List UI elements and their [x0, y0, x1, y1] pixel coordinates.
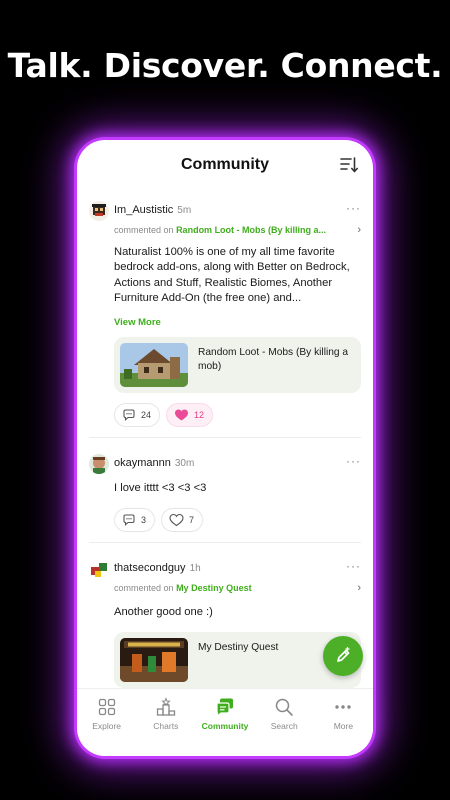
commented-on-link[interactable]: commented on My Destiny Quest ›: [114, 581, 361, 595]
avatar[interactable]: [89, 559, 109, 580]
post: okaymannn 30m ··· I love itttt <3 <3 <3 3…: [77, 438, 373, 544]
bottom-tab-bar: Explore Charts Community Search More: [77, 688, 373, 756]
post-text: Naturalist 100% is one of my all time fa…: [114, 246, 350, 305]
post-header: Im_Austistic 5m ···: [89, 201, 361, 223]
heart-filled-icon: [175, 409, 189, 421]
post-text: I love itttt <3 <3 <3: [114, 481, 207, 494]
comment-button[interactable]: 24: [114, 402, 161, 427]
chat-icon: [216, 698, 233, 717]
tab-charts[interactable]: Charts: [136, 689, 195, 756]
community-feed[interactable]: Im_Austistic 5m ··· commented on Random L…: [77, 192, 373, 688]
post-header: okaymannn 30m ···: [89, 453, 361, 476]
comment-icon: [123, 514, 135, 527]
like-count: 12: [194, 409, 205, 420]
tab-label: Charts: [153, 721, 179, 731]
addon-card-title: Random Loot - Mobs (By killing a mob): [198, 346, 349, 372]
avatar[interactable]: [89, 453, 109, 474]
reactions: 3 7: [114, 508, 361, 533]
username[interactable]: thatsecondguy 1h: [114, 562, 201, 574]
more-options-icon[interactable]: ···: [346, 560, 361, 572]
tab-label: Explore: [92, 721, 122, 731]
post-time: 1h: [189, 563, 201, 575]
podium-icon: [156, 697, 175, 716]
commented-on-link[interactable]: commented on Random Loot - Mobs (By kill…: [114, 223, 361, 237]
tab-search[interactable]: Search: [255, 689, 314, 756]
addon-card[interactable]: Random Loot - Mobs (By killing a mob): [114, 336, 361, 393]
tab-label: Community: [201, 721, 249, 731]
search-icon: [275, 698, 294, 716]
post-time: 5m: [177, 205, 192, 216]
post-time: 30m: [174, 457, 195, 469]
more-options-icon[interactable]: ···: [346, 202, 361, 214]
tab-community[interactable]: Community: [195, 689, 254, 756]
username[interactable]: okaymannn 30m: [114, 457, 194, 469]
reactions: 24 12: [114, 402, 361, 427]
like-count: 7: [189, 515, 195, 526]
chevron-right-icon: ›: [357, 224, 361, 236]
headline: Talk. Discover. Connect.: [7, 46, 443, 85]
more-options-icon[interactable]: ···: [346, 455, 361, 467]
grid-icon: [98, 698, 115, 716]
tab-label: Search: [270, 721, 298, 731]
tab-label: More: [333, 721, 354, 731]
phone-frame: Community Im_Austistic 5m ··· commented …: [77, 140, 373, 756]
view-more-link[interactable]: View More: [114, 317, 361, 328]
tab-more[interactable]: More: [314, 689, 373, 756]
comment-count: 24: [141, 409, 152, 420]
top-bar: Community: [77, 140, 373, 192]
post-text: Another good one :): [114, 606, 213, 619]
addon-thumbnail: [120, 342, 188, 387]
chevron-right-icon: ›: [357, 582, 361, 595]
compose-button[interactable]: [323, 636, 363, 676]
addon-thumbnail: [120, 638, 188, 683]
page-title: Community: [181, 156, 269, 173]
pencil-icon: [337, 646, 350, 662]
comment-icon: [123, 409, 135, 421]
post: Im_Austistic 5m ··· commented on Random L…: [77, 192, 373, 438]
tab-explore[interactable]: Explore: [77, 689, 136, 756]
dots-icon: [335, 705, 352, 709]
avatar[interactable]: [89, 201, 109, 221]
heart-outline-icon: [169, 513, 184, 527]
sort-icon[interactable]: [339, 155, 359, 175]
comment-count: 3: [141, 515, 147, 526]
post-header: thatsecondguy 1h ···: [89, 559, 361, 581]
like-button[interactable]: 7: [161, 508, 204, 533]
comment-button[interactable]: 3: [114, 508, 156, 533]
like-button[interactable]: 12: [166, 402, 214, 427]
username[interactable]: Im_Austistic 5m: [114, 204, 191, 216]
